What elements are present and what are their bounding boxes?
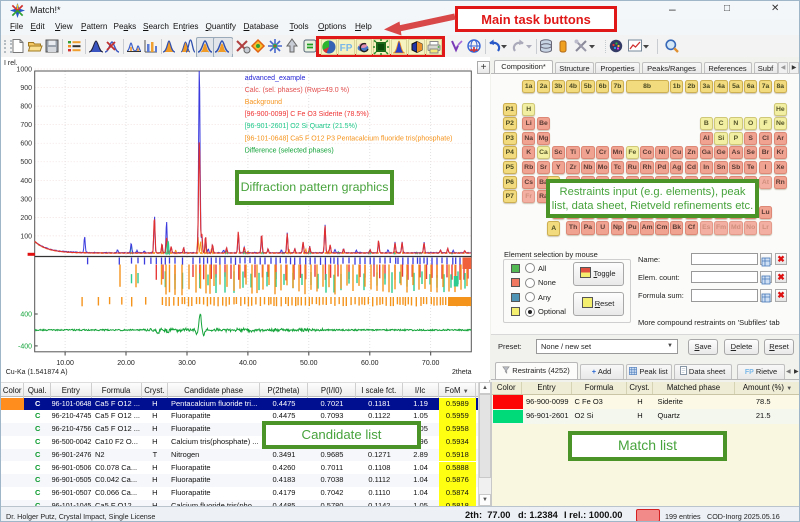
svg-text:I rel.: I rel. [4, 60, 18, 67]
svg-text:advanced_example: advanced_example [245, 75, 306, 82]
svg-text:FP: FP [340, 43, 353, 54]
svg-text:2theta: 2theta [452, 369, 472, 376]
svg-text:-400: -400 [18, 343, 32, 350]
svg-text:500: 500 [20, 159, 32, 166]
svg-text:50.00: 50.00 [300, 360, 318, 367]
svg-text:100: 100 [20, 233, 32, 240]
svg-text:[96-101-0648] Ca5 F O12 P3 Pen: [96-101-0648] Ca5 F O12 P3 Pentacalcium … [245, 135, 453, 142]
svg-text:1000: 1000 [16, 67, 32, 74]
svg-text:900: 900 [20, 85, 32, 92]
svg-text:300: 300 [20, 196, 32, 203]
svg-text:Cu-Ka (1.541874 A): Cu-Ka (1.541874 A) [6, 369, 68, 376]
svg-text:600: 600 [20, 141, 32, 148]
svg-text:400: 400 [20, 178, 32, 185]
svg-text:Difference (selected phases): Difference (selected phases) [245, 147, 334, 154]
svg-text:70.00: 70.00 [422, 360, 440, 367]
svg-text:60.00: 60.00 [361, 360, 379, 367]
svg-text:400: 400 [20, 312, 32, 319]
svg-text:30.00: 30.00 [178, 360, 196, 367]
svg-text:Calc. (sel. phases) (Rwp=49.0: Calc. (sel. phases) (Rwp=49.0 %) [245, 87, 349, 94]
svg-text:20.00: 20.00 [117, 360, 135, 367]
svg-text:Background: Background [245, 99, 282, 106]
svg-text:800: 800 [20, 104, 32, 111]
svg-text:40.00: 40.00 [239, 360, 257, 367]
svg-text:10.00: 10.00 [56, 360, 74, 367]
svg-text:[96-901-2601] O2 Si Quartz (21: [96-901-2601] O2 Si Quartz (21.5%) [245, 123, 357, 130]
svg-text:[96-900-0099] C Fe O3 Siderite: [96-900-0099] C Fe O3 Siderite (78.5%) [245, 111, 369, 118]
svg-text:700: 700 [20, 122, 32, 129]
svg-text:200: 200 [20, 215, 32, 222]
